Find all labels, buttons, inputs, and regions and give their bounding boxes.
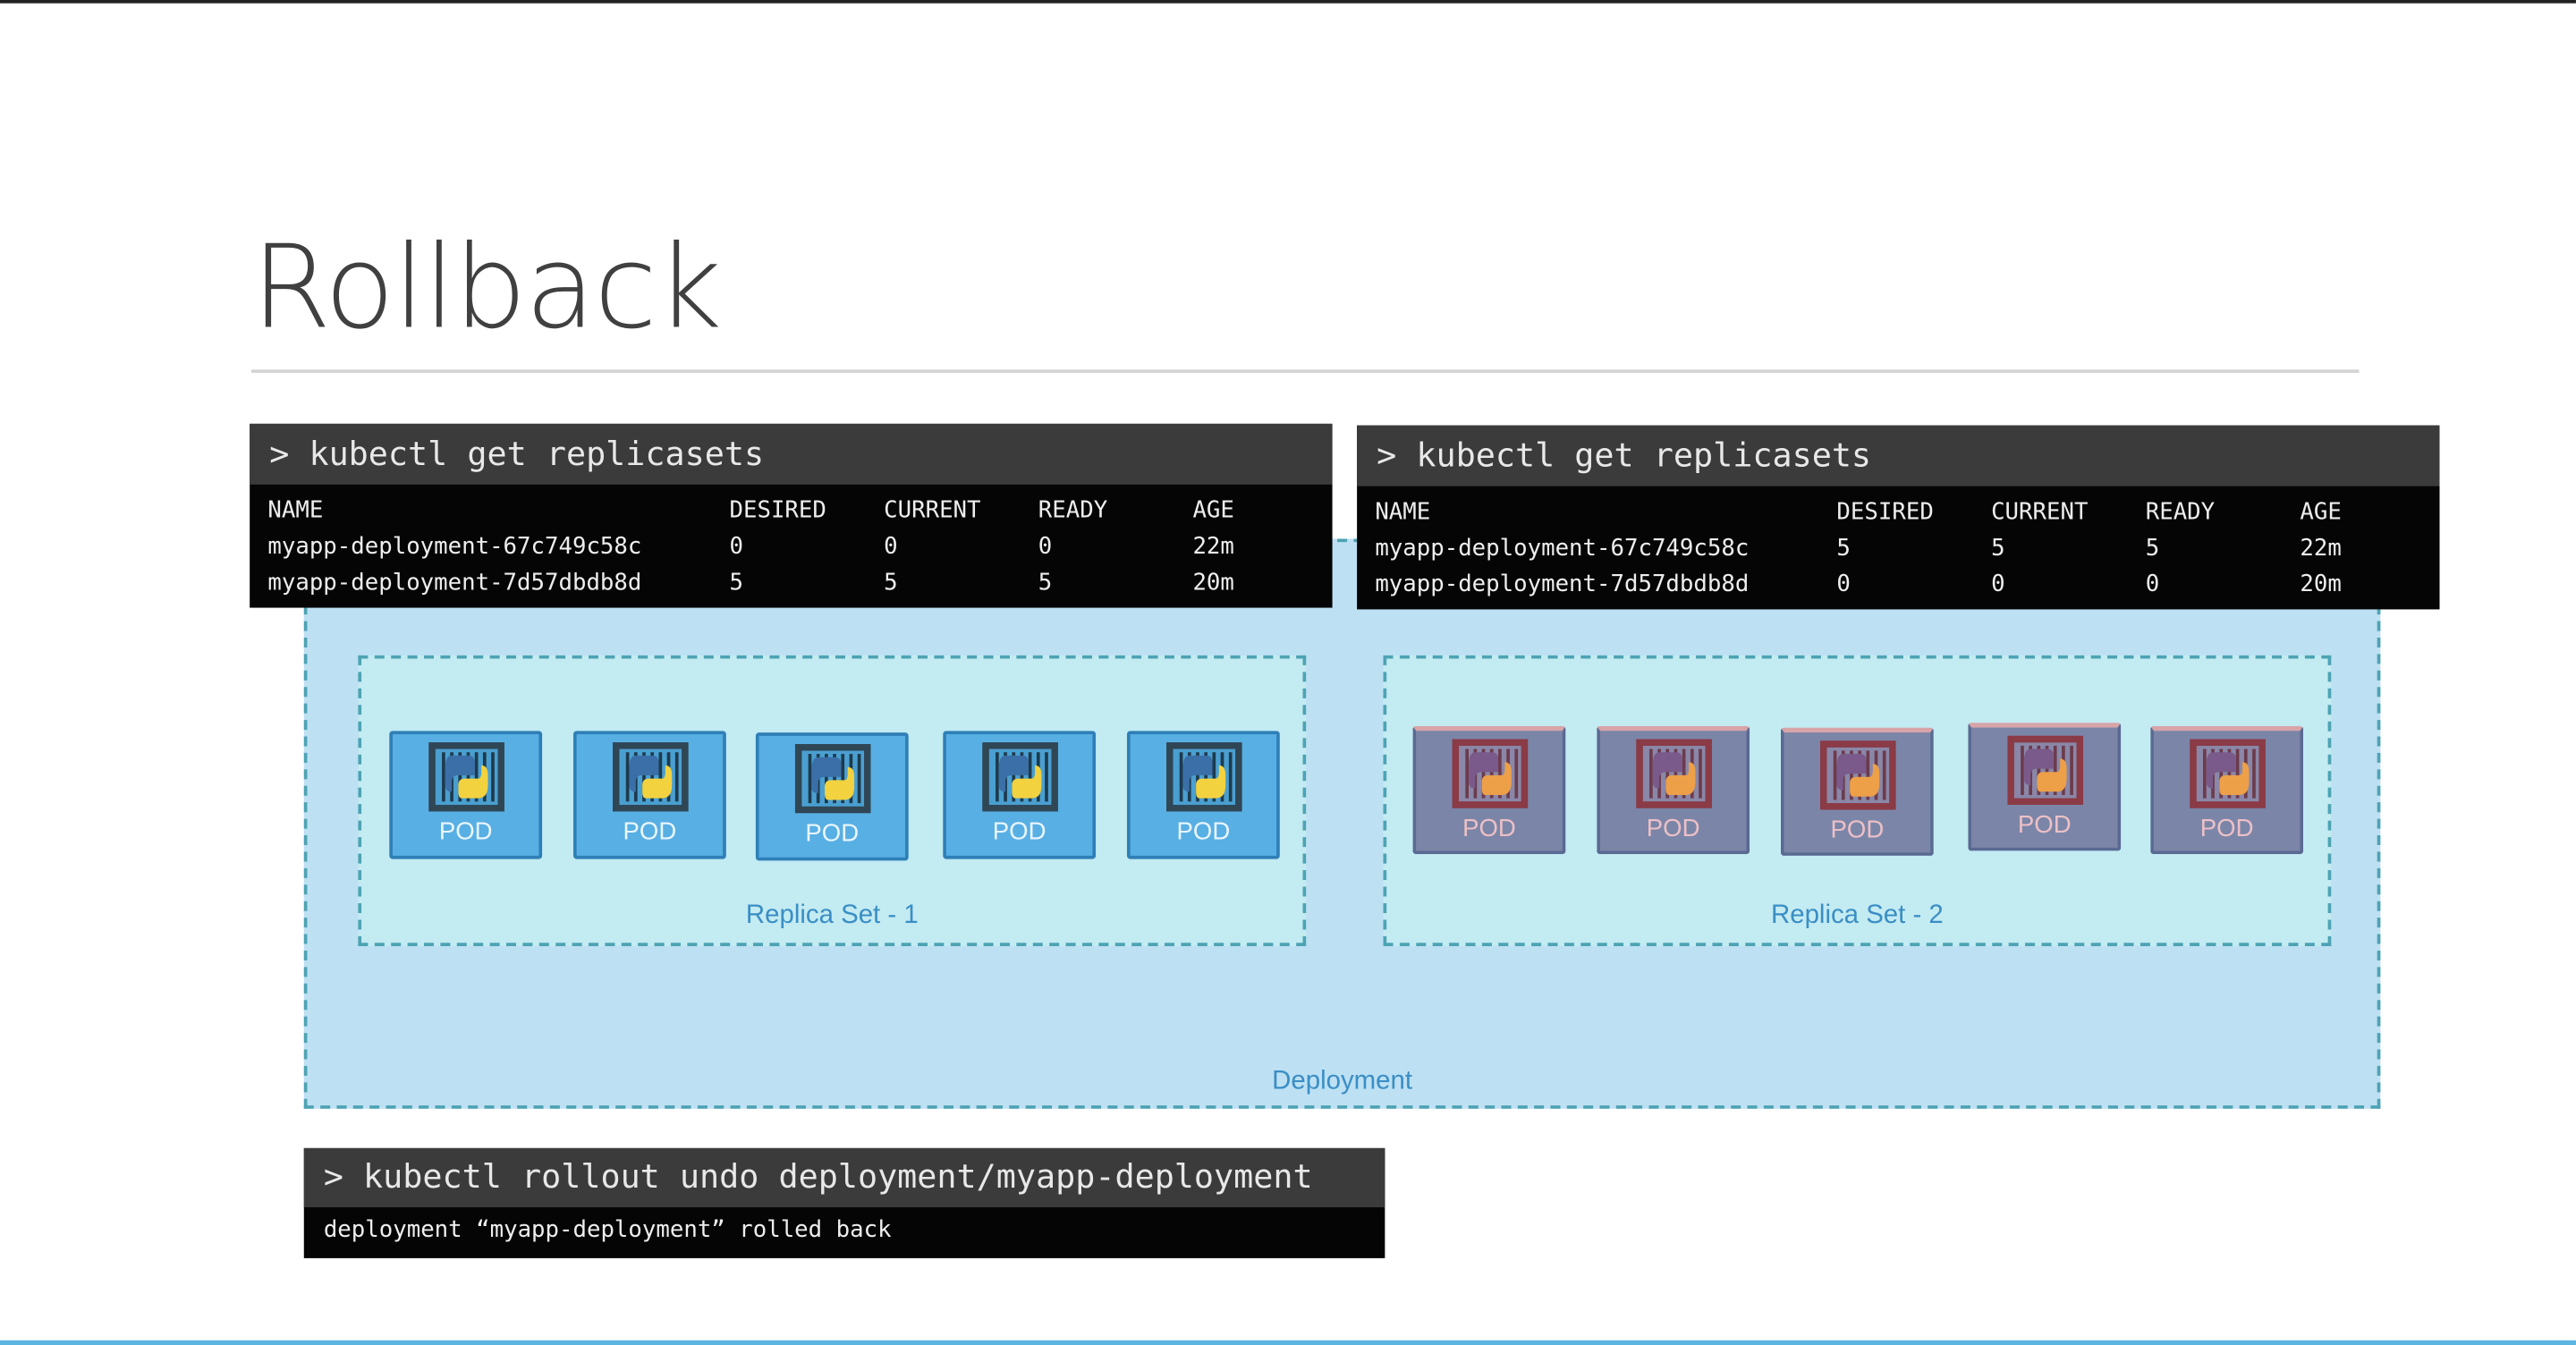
table-cell: 22m [2300, 535, 2342, 563]
replicaset-table: NAME DESIRED CURRENT READY AGE myapp-deployme… [267, 493, 1234, 601]
pod: POD [2150, 725, 2304, 855]
column-header: NAME [267, 497, 324, 524]
table-row: myapp-deployment-7d57dbdb8d 5 5 5 20m [267, 565, 1234, 601]
column-header: READY [1038, 497, 1108, 524]
replica-set-label: Replica Set - 2 [1771, 901, 1944, 930]
bottom-border [0, 1340, 2576, 1345]
pod: POD [389, 731, 543, 859]
terminal-get-replicasets-2: > kubectl get replicasets NAME DESIRED CUR… [1357, 425, 2440, 610]
table-cell: myapp-deployment-67c749c58c [267, 533, 642, 561]
pod: POD [573, 731, 726, 859]
column-header: NAME [1375, 499, 1431, 526]
python-container-icon [1452, 739, 1529, 808]
table-cell: 5 [1836, 535, 1851, 563]
column-header: DESIRED [1836, 499, 1934, 526]
top-border [0, 0, 2576, 4]
python-container-icon [2190, 739, 2266, 808]
pod-label: POD [623, 817, 677, 846]
table-header-row: NAME DESIRED CURRENT READY AGE [1375, 495, 2342, 530]
table-header-row: NAME DESIRED CURRENT READY AGE [267, 493, 1234, 529]
title-divider [251, 369, 2360, 373]
table-cell: 5 [884, 570, 898, 596]
terminal-rollout-undo: > kubectl rollout undo deployment/myapp-… [303, 1147, 1385, 1258]
pod: POD [1126, 731, 1280, 859]
replica-set-label: Replica Set - 1 [745, 901, 919, 930]
table-cell: 0 [729, 533, 743, 561]
table-cell: 0 [1836, 571, 1851, 598]
column-header: CURRENT [1991, 499, 2089, 526]
column-header: CURRENT [884, 497, 981, 524]
terminal-command: > kubectl rollout undo deployment/myapp-… [303, 1147, 1385, 1207]
table-row: myapp-deployment-7d57dbdb8d 0 0 0 20m [1375, 567, 2342, 603]
pod-label: POD [1176, 817, 1231, 846]
python-container-icon [982, 742, 1058, 812]
pod: POD [1780, 727, 1934, 856]
table-cell: 22m [1192, 533, 1234, 561]
pod-label: POD [2199, 815, 2254, 843]
replicaset-table: NAME DESIRED CURRENT READY AGE myapp-deployme… [1375, 495, 2342, 603]
table-cell: myapp-deployment-67c749c58c [1375, 535, 1750, 563]
python-container-icon [1636, 739, 1712, 808]
pod-label: POD [438, 817, 493, 846]
table-cell: 0 [1038, 533, 1053, 561]
column-header: AGE [1192, 497, 1234, 524]
terminal-get-replicasets-1: > kubectl get replicasets NAME DESIRED CUR… [250, 423, 1333, 608]
python-container-icon [1820, 740, 1896, 810]
pod-label: POD [1646, 815, 1700, 843]
replica-set-1: Replica Set - 1 POD POD POD POD POD [358, 655, 1307, 946]
python-container-icon [428, 742, 504, 812]
table-row: myapp-deployment-67c749c58c 0 0 0 22m [267, 529, 1234, 564]
table-cell: 5 [729, 570, 743, 596]
slide: Rollback Deployment Replica Set - 1 POD P… [0, 0, 2576, 1345]
table-cell: 5 [2145, 535, 2160, 563]
terminal-command: > kubectl get replicasets [1357, 425, 2440, 486]
deployment-label: Deployment [1272, 1067, 1412, 1096]
pod: POD [755, 732, 909, 861]
pod-label: POD [992, 817, 1046, 846]
pod-label: POD [2017, 811, 2072, 840]
python-container-icon [1166, 742, 1242, 812]
table-cell: 5 [1991, 535, 2005, 563]
terminal-command: > kubectl get replicasets [250, 423, 1333, 485]
slide-title: Rollback [251, 220, 722, 355]
column-header: DESIRED [729, 497, 826, 524]
pod: POD [1968, 723, 2122, 851]
column-header: AGE [2300, 499, 2342, 526]
table-cell: myapp-deployment-7d57dbdb8d [267, 570, 642, 596]
pod-label: POD [1462, 815, 1516, 843]
pod: POD [1412, 725, 1566, 855]
table-cell: 0 [884, 533, 898, 561]
terminal-output: deployment “myapp-deployment” rolled bac… [323, 1216, 892, 1244]
table-cell: myapp-deployment-7d57dbdb8d [1375, 571, 1750, 598]
table-cell: 0 [2145, 571, 2160, 598]
pod: POD [1597, 725, 1750, 855]
python-container-icon [613, 742, 689, 812]
pod-label: POD [1830, 816, 1885, 845]
table-cell: 20m [1192, 570, 1234, 596]
table-row: myapp-deployment-67c749c58c 5 5 5 22m [1375, 530, 2342, 566]
pod-label: POD [805, 819, 860, 848]
table-cell: 20m [2300, 571, 2342, 598]
replica-set-2: Replica Set - 2 POD POD POD POD POD [1383, 655, 2332, 946]
python-container-icon [2007, 735, 2083, 805]
python-container-icon [794, 744, 871, 814]
table-cell: 5 [1038, 570, 1053, 596]
pod: POD [943, 731, 1097, 859]
table-cell: 0 [1991, 571, 2005, 598]
column-header: READY [2145, 499, 2216, 526]
